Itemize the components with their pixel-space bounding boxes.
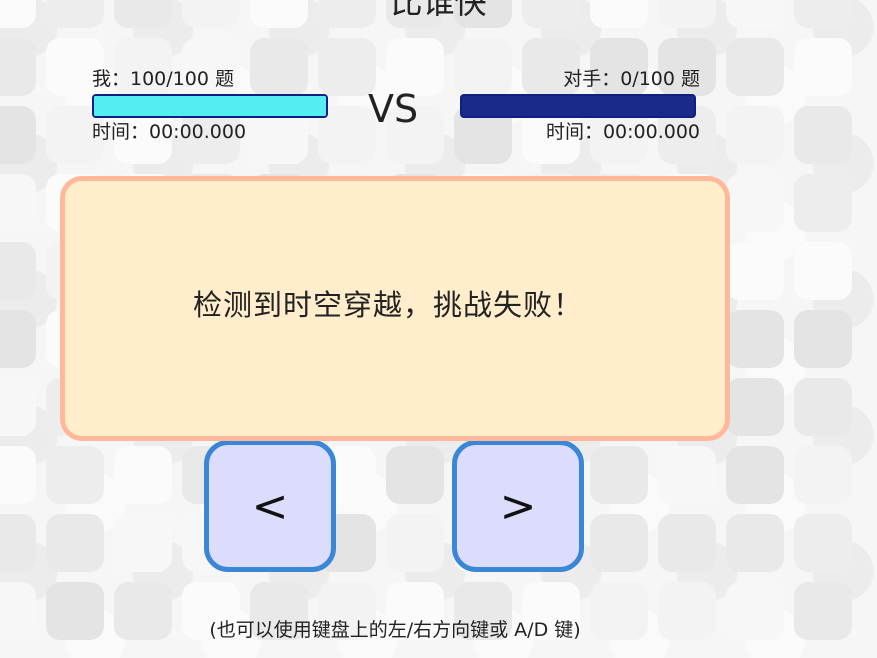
dialog-message: 检测到时空穿越，挑战失败！: [192, 287, 583, 322]
next-button[interactable]: >: [452, 440, 584, 572]
keyboard-hint: (也可以使用键盘上的左/右方向键或 A/D 键): [209, 619, 581, 641]
opponent-progress-bar: [460, 94, 696, 118]
vs-label: VS: [368, 87, 419, 131]
previous-button[interactable]: <: [204, 440, 336, 572]
result-dialog: 检测到时空穿越，挑战失败！: [60, 176, 730, 441]
my-progress-fill: [94, 96, 326, 116]
my-time-label: 时间：00:00.000: [92, 121, 247, 143]
my-score-label: 我：100/100 题: [92, 68, 234, 90]
opponent-time-label: 时间：00:00.000: [545, 121, 700, 143]
my-progress-bar: [92, 94, 328, 118]
game-title: 比谁快: [390, 0, 487, 21]
opponent-status-panel: 对手：0/100 题 时间：00:00.000: [460, 66, 700, 146]
opponent-score-label: 对手：0/100 题: [563, 68, 700, 90]
my-status-panel: 我：100/100 题 时间：00:00.000: [92, 66, 332, 146]
